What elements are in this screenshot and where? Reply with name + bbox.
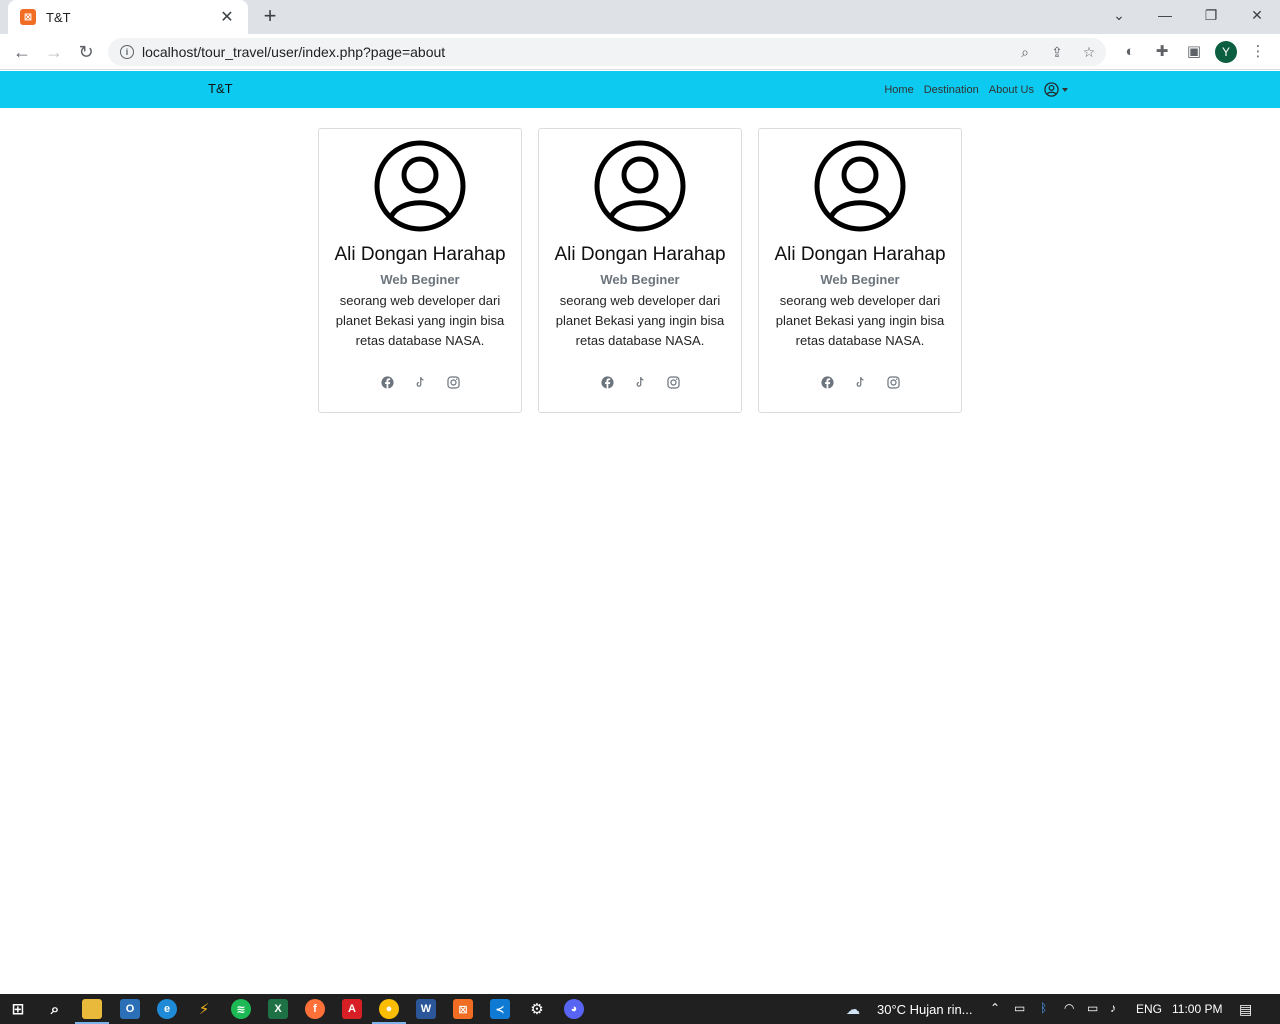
nav-link-home[interactable]: Home (884, 84, 913, 96)
team-card: Ali Dongan Harahap Web Beginer seorang w… (758, 128, 962, 413)
edge-icon[interactable]: e (157, 999, 177, 1019)
vscode-icon[interactable]: ≺ (490, 999, 510, 1019)
browser-toolbar: ← → ↻ i localhost/tour_travel/user/index… (0, 34, 1280, 70)
new-tab-button[interactable]: + (258, 5, 282, 29)
user-avatar-icon (594, 140, 686, 232)
url-text: localhost/tour_travel/user/index.php?pag… (142, 44, 446, 60)
forward-icon[interactable]: → (40, 38, 68, 66)
team-card: Ali Dongan Harahap Web Beginer seorang w… (318, 128, 522, 413)
weather-cloud-icon[interactable]: ☁ (846, 1001, 860, 1018)
profile-avatar[interactable]: Y (1215, 41, 1237, 63)
nav-link-destination[interactable]: Destination (924, 84, 979, 96)
firefox-icon[interactable]: f (305, 999, 325, 1019)
settings-gear-icon[interactable]: ⚙ (527, 999, 547, 1019)
close-window-button[interactable]: ✕ (1234, 0, 1280, 30)
tab-search-icon[interactable]: ⌄ (1096, 0, 1142, 30)
card-name: Ali Dongan Harahap (334, 244, 506, 265)
language-indicator[interactable]: ENG (1136, 1002, 1162, 1016)
chrome-icon[interactable]: ● (379, 999, 399, 1019)
windows-taskbar: ⊞ ⌕ O e ⚡ ≋ X f A ● W ⊠ ≺ ⚙ ◕ ☁ 30°C Huj… (0, 994, 1280, 1024)
spotify-icon[interactable]: ≋ (231, 999, 251, 1019)
browser-tab-bar: ⊠ T&T ✕ + ⌄ — ❐ ✕ (0, 0, 1280, 34)
nav-link-about[interactable]: About Us (989, 84, 1034, 96)
extensions-puzzle-icon[interactable]: ✚ (1152, 42, 1172, 62)
acrobat-icon[interactable]: A (342, 999, 362, 1019)
facebook-icon[interactable] (380, 375, 394, 389)
bluetooth-icon[interactable]: ᛒ (1040, 1001, 1047, 1015)
discord-icon[interactable]: ◕ (564, 999, 584, 1019)
card-description: seorang web developer dari planet Bekasi… (555, 293, 725, 348)
minimize-button[interactable]: — (1142, 0, 1188, 30)
side-panel-icon[interactable]: ▣ (1184, 42, 1204, 62)
card-description: seorang web developer dari planet Bekasi… (775, 293, 945, 348)
site-info-icon[interactable]: i (120, 45, 134, 59)
social-links (600, 375, 680, 389)
wifi-icon[interactable]: ◠ (1064, 1001, 1074, 1015)
bolt-app-icon[interactable]: ⚡ (194, 999, 214, 1019)
volume-icon[interactable]: ♪ (1110, 1001, 1116, 1015)
user-avatar-icon (374, 140, 466, 232)
menu-kebab-icon[interactable]: ⋮ (1248, 42, 1268, 62)
tab-title: T&T (46, 9, 71, 25)
user-dropdown[interactable] (1044, 82, 1068, 97)
instagram-icon[interactable] (886, 375, 900, 389)
clock[interactable]: 11:00 PM (1172, 1002, 1222, 1016)
card-role: Web Beginer (600, 272, 680, 287)
team-card: Ali Dongan Harahap Web Beginer seorang w… (538, 128, 742, 413)
windows-start-icon[interactable]: ⊞ (8, 999, 28, 1019)
extension-icon[interactable]: ◐ (1120, 42, 1140, 62)
facebook-icon[interactable] (820, 375, 834, 389)
site-navbar: T&T Home Destination About Us (0, 71, 1280, 108)
nav-links: Home Destination About Us (874, 71, 1068, 108)
browser-tab[interactable]: ⊠ T&T ✕ (8, 0, 248, 34)
bookmark-star-icon[interactable]: ☆ (1080, 43, 1098, 61)
file-explorer-icon[interactable] (82, 999, 102, 1019)
tiktok-icon[interactable] (413, 375, 427, 389)
team-cards: Ali Dongan Harahap Web Beginer seorang w… (318, 128, 962, 413)
card-name: Ali Dongan Harahap (554, 244, 726, 265)
battery-icon[interactable]: ▭ (1087, 1001, 1098, 1015)
outlook-icon[interactable]: O (120, 999, 140, 1019)
tiktok-icon[interactable] (853, 375, 867, 389)
chevron-down-icon (1062, 87, 1068, 92)
back-icon[interactable]: ← (8, 38, 36, 66)
navbar-brand[interactable]: T&T (208, 81, 233, 96)
share-icon[interactable]: ⇪ (1048, 43, 1066, 61)
user-avatar-icon (814, 140, 906, 232)
meet-icon[interactable]: ▭ (1014, 1001, 1025, 1015)
instagram-icon[interactable] (666, 375, 680, 389)
xampp-icon: ⊠ (20, 9, 36, 25)
excel-icon[interactable]: X (268, 999, 288, 1019)
instagram-icon[interactable] (446, 375, 460, 389)
search-icon[interactable]: ⌕ (45, 999, 65, 1019)
card-description: seorang web developer dari planet Bekasi… (335, 293, 505, 348)
card-role: Web Beginer (820, 272, 900, 287)
xampp-icon[interactable]: ⊠ (453, 999, 473, 1019)
zoom-icon[interactable]: ⌕ (1016, 43, 1034, 61)
weather-text[interactable]: 30°C Hujan rin... (877, 1002, 973, 1017)
word-icon[interactable]: W (416, 999, 436, 1019)
tab-close-icon[interactable]: ✕ (218, 7, 236, 27)
address-bar[interactable]: i localhost/tour_travel/user/index.php?p… (108, 38, 1106, 66)
card-name: Ali Dongan Harahap (774, 244, 946, 265)
reload-icon[interactable]: ↻ (72, 38, 100, 66)
facebook-icon[interactable] (600, 375, 614, 389)
restore-button[interactable]: ❐ (1188, 0, 1234, 30)
user-circle-icon (1044, 82, 1059, 97)
social-links (380, 375, 460, 389)
notification-icon[interactable]: ▤ (1239, 1001, 1252, 1018)
chevron-up-icon[interactable]: ⌃ (990, 1001, 1000, 1015)
card-role: Web Beginer (380, 272, 460, 287)
social-links (820, 375, 900, 389)
tiktok-icon[interactable] (633, 375, 647, 389)
